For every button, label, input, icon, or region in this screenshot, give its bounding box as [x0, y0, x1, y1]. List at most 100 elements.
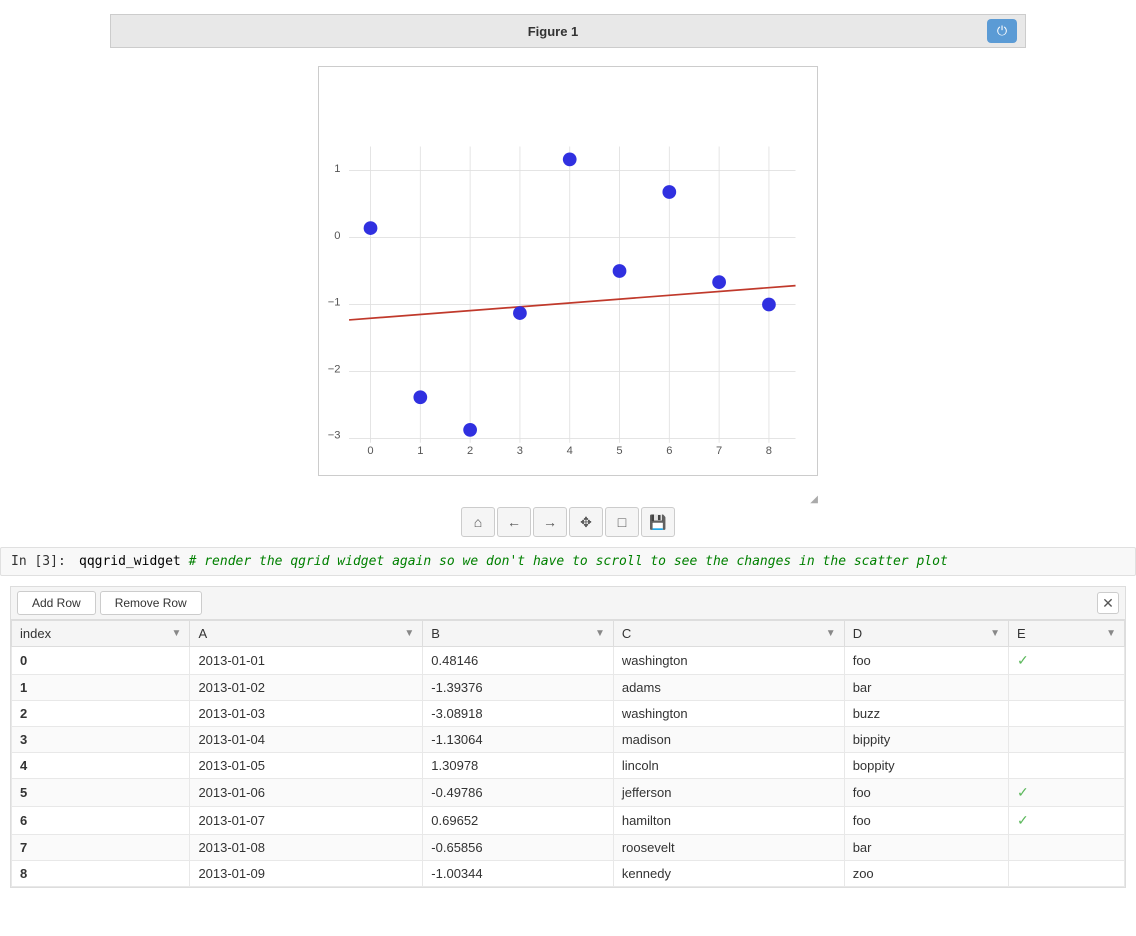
col-header-E[interactable]: E ▼ [1009, 621, 1125, 647]
cell-8-2[interactable]: -1.00344 [423, 861, 614, 887]
cell-1-1[interactable]: 2013-01-02 [190, 675, 423, 701]
cell-2-3[interactable]: washington [613, 701, 844, 727]
col-header-B[interactable]: B ▼ [423, 621, 614, 647]
cell-5-4[interactable]: foo [844, 779, 1008, 807]
cell-7-5[interactable] [1009, 835, 1125, 861]
cell-4-0[interactable]: 4 [12, 753, 190, 779]
cell-1-4[interactable]: bar [844, 675, 1008, 701]
cell-7-2[interactable]: -0.65856 [423, 835, 614, 861]
cell-8-0[interactable]: 8 [12, 861, 190, 887]
move-tool-button[interactable]: ✥ [569, 507, 603, 537]
cell-1-0[interactable]: 1 [12, 675, 190, 701]
add-row-button[interactable]: Add Row [17, 591, 96, 615]
cell-3-5[interactable] [1009, 727, 1125, 753]
cell-5-2[interactable]: -0.49786 [423, 779, 614, 807]
back-tool-button[interactable]: ← [497, 507, 531, 537]
filter-icon-index[interactable]: ▼ [172, 628, 182, 639]
table-row[interactable]: 12013-01-02-1.39376adamsbar [12, 675, 1125, 701]
table-row[interactable]: 42013-01-051.30978lincolnboppity [12, 753, 1125, 779]
cell-4-2[interactable]: 1.30978 [423, 753, 614, 779]
cell-2-1[interactable]: 2013-01-03 [190, 701, 423, 727]
cell-5-5[interactable]: ✓ [1009, 779, 1125, 807]
cell-3-3[interactable]: madison [613, 727, 844, 753]
cell-1-3[interactable]: adams [613, 675, 844, 701]
svg-text:1: 1 [334, 163, 340, 175]
cell-4-5[interactable] [1009, 753, 1125, 779]
zoom-tool-button[interactable]: □ [605, 507, 639, 537]
cell-6-2[interactable]: 0.69652 [423, 807, 614, 835]
svg-text:3: 3 [517, 445, 523, 457]
cell-0-0[interactable]: 0 [12, 647, 190, 675]
cell-2-2[interactable]: -3.08918 [423, 701, 614, 727]
home-tool-button[interactable]: ⌂ [461, 507, 495, 537]
cell-8-4[interactable]: zoo [844, 861, 1008, 887]
cell-1-5[interactable] [1009, 675, 1125, 701]
code-variable: qqgrid_widget [79, 554, 181, 569]
cell-4-1[interactable]: 2013-01-05 [190, 753, 423, 779]
cell-0-5[interactable]: ✓ [1009, 647, 1125, 675]
chart-container: 1 0 −1 −2 −3 0 1 2 3 4 5 6 7 8 [318, 66, 818, 476]
cell-8-1[interactable]: 2013-01-09 [190, 861, 423, 887]
svg-text:5: 5 [616, 445, 622, 457]
cell-2-0[interactable]: 2 [12, 701, 190, 727]
code-cell: In [3]: qqgrid_widget # render the qgrid… [0, 547, 1136, 576]
table-row[interactable]: 62013-01-070.69652hamiltonfoo✓ [12, 807, 1125, 835]
filter-icon-E[interactable]: ▼ [1106, 628, 1116, 639]
grid-toolbar: Add Row Remove Row ✕ [11, 587, 1125, 620]
cell-0-1[interactable]: 2013-01-01 [190, 647, 423, 675]
svg-text:8: 8 [766, 445, 772, 457]
cell-3-4[interactable]: bippity [844, 727, 1008, 753]
close-grid-button[interactable]: ✕ [1097, 592, 1119, 614]
cell-7-4[interactable]: bar [844, 835, 1008, 861]
cell-1-2[interactable]: -1.39376 [423, 675, 614, 701]
cell-7-1[interactable]: 2013-01-08 [190, 835, 423, 861]
svg-text:7: 7 [716, 445, 722, 457]
cell-6-5[interactable]: ✓ [1009, 807, 1125, 835]
cell-6-3[interactable]: hamilton [613, 807, 844, 835]
cell-8-3[interactable]: kennedy [613, 861, 844, 887]
svg-text:−1: −1 [328, 296, 341, 308]
svg-text:0: 0 [367, 445, 373, 457]
col-header-A[interactable]: A ▼ [190, 621, 423, 647]
filter-icon-D[interactable]: ▼ [990, 628, 1000, 639]
cell-6-0[interactable]: 6 [12, 807, 190, 835]
cell-3-0[interactable]: 3 [12, 727, 190, 753]
table-row[interactable]: 22013-01-03-3.08918washingtonbuzz [12, 701, 1125, 727]
cell-8-5[interactable] [1009, 861, 1125, 887]
cell-5-3[interactable]: jefferson [613, 779, 844, 807]
cell-5-0[interactable]: 5 [12, 779, 190, 807]
save-tool-button[interactable]: 💾 [641, 507, 675, 537]
cell-2-4[interactable]: buzz [844, 701, 1008, 727]
cell-6-1[interactable]: 2013-01-07 [190, 807, 423, 835]
filter-icon-B[interactable]: ▼ [595, 628, 605, 639]
table-row[interactable]: 02013-01-010.48146washingtonfoo✓ [12, 647, 1125, 675]
cell-label: In [3]: [11, 554, 71, 569]
col-header-index[interactable]: index ▼ [12, 621, 190, 647]
filter-icon-A[interactable]: ▼ [404, 628, 414, 639]
cell-0-2[interactable]: 0.48146 [423, 647, 614, 675]
remove-row-button[interactable]: Remove Row [100, 591, 202, 615]
cell-6-4[interactable]: foo [844, 807, 1008, 835]
filter-icon-C[interactable]: ▼ [826, 628, 836, 639]
cell-7-0[interactable]: 7 [12, 835, 190, 861]
cell-3-1[interactable]: 2013-01-04 [190, 727, 423, 753]
cell-5-1[interactable]: 2013-01-06 [190, 779, 423, 807]
table-row[interactable]: 82013-01-09-1.00344kennedyzoo [12, 861, 1125, 887]
cell-0-3[interactable]: washington [613, 647, 844, 675]
table-row[interactable]: 32013-01-04-1.13064madisonbippity [12, 727, 1125, 753]
table-row[interactable]: 72013-01-08-0.65856rooseveltbar [12, 835, 1125, 861]
svg-text:−2: −2 [328, 363, 341, 375]
table-row[interactable]: 52013-01-06-0.49786jeffersonfoo✓ [12, 779, 1125, 807]
cell-7-3[interactable]: roosevelt [613, 835, 844, 861]
forward-tool-button[interactable]: → [533, 507, 567, 537]
col-header-C[interactable]: C ▼ [613, 621, 844, 647]
grid-body: 02013-01-010.48146washingtonfoo✓12013-01… [12, 647, 1125, 887]
resize-handle[interactable]: ◢ [810, 494, 818, 505]
cell-4-4[interactable]: boppity [844, 753, 1008, 779]
col-header-D[interactable]: D ▼ [844, 621, 1008, 647]
power-button[interactable]: ⏻ [987, 19, 1017, 43]
cell-2-5[interactable] [1009, 701, 1125, 727]
cell-3-2[interactable]: -1.13064 [423, 727, 614, 753]
cell-0-4[interactable]: foo [844, 647, 1008, 675]
cell-4-3[interactable]: lincoln [613, 753, 844, 779]
